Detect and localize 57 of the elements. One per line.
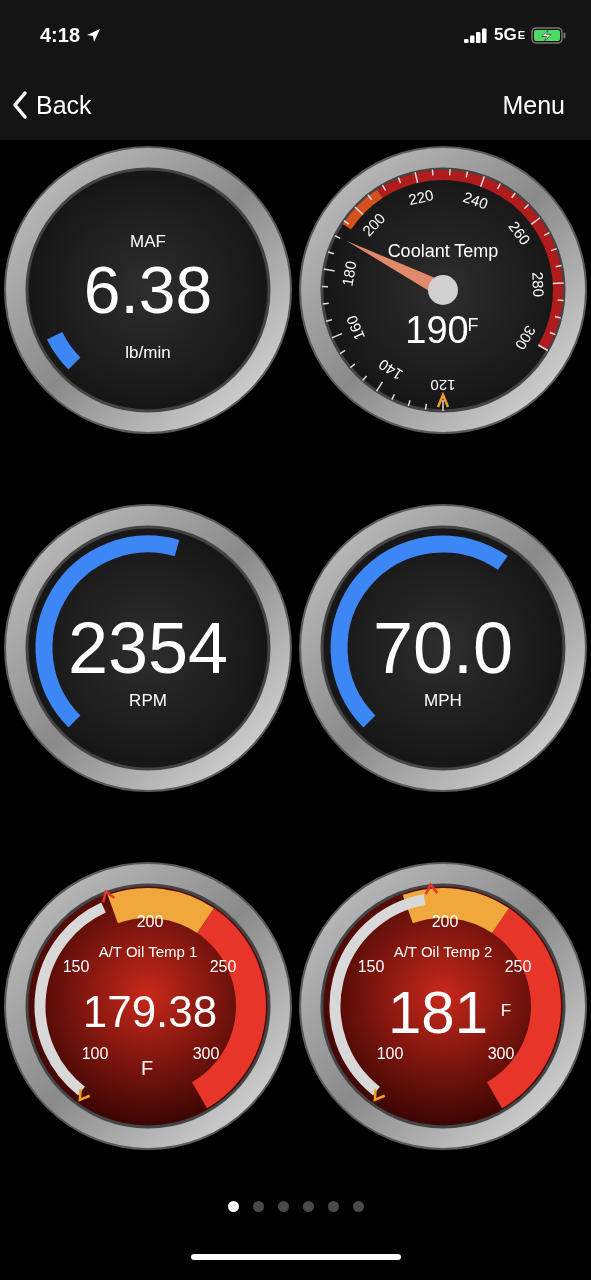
gauge-unit: F — [500, 1001, 512, 1020]
page-dot[interactable] — [252, 1201, 264, 1212]
page-dot[interactable] — [277, 1201, 289, 1212]
scale-label: 200 — [431, 913, 459, 930]
min-marker-icon — [78, 1089, 91, 1102]
scale-label: 240 — [461, 188, 491, 213]
gauge-value: 2354 — [67, 608, 229, 688]
current-marker-icon — [102, 889, 116, 903]
scale-label: 150 — [357, 958, 385, 975]
signal-icon — [463, 27, 488, 43]
needle-hub — [428, 275, 458, 305]
gauge-unit: MPH — [424, 691, 462, 710]
scale-label: 300 — [512, 322, 540, 353]
network-suffix: E — [517, 29, 525, 41]
scale-label: 150 — [62, 958, 90, 975]
scale-label: 300 — [192, 1045, 220, 1062]
scale-label: 260 — [505, 217, 534, 249]
page-dot[interactable] — [352, 1201, 364, 1212]
gauge-unit: lb/min — [125, 343, 171, 362]
scale-label: 100 — [376, 1045, 404, 1062]
back-button[interactable]: Back — [12, 90, 92, 120]
gauge-unit: RPM — [129, 691, 167, 710]
clock-time: 4:18 — [40, 23, 81, 47]
location-arrow-icon — [86, 27, 102, 43]
network-type: 5G — [493, 25, 517, 45]
current-marker-icon — [424, 882, 439, 895]
gauge-value: 70.0 — [372, 608, 514, 688]
scale-label: 200 — [136, 913, 164, 930]
gauge-unit: F — [140, 1057, 154, 1079]
scale-label: 280 — [529, 271, 548, 298]
min-marker-icon — [436, 391, 450, 408]
menu-button[interactable]: Menu — [502, 90, 565, 120]
gauge-value: 6.38 — [83, 253, 213, 327]
gauge-value: 190 — [405, 309, 469, 351]
scale-label: 200 — [358, 209, 389, 240]
scale-label: 250 — [504, 958, 532, 975]
scale-label: 120 — [430, 377, 456, 394]
chevron-left-icon — [12, 90, 28, 120]
scale-label: 220 — [406, 185, 436, 209]
gauge-title: MAF — [130, 232, 166, 251]
gauge-title: Coolant Temp — [387, 241, 499, 261]
gauge-title: A/T Oil Temp 1 — [98, 943, 198, 960]
min-marker-icon — [373, 1089, 386, 1102]
gauge-unit: F — [467, 315, 479, 335]
gauge-value: 181 — [387, 979, 489, 1046]
scale-label: 300 — [487, 1045, 515, 1062]
page-dot[interactable] — [227, 1201, 239, 1212]
scale-label: 180 — [338, 259, 360, 288]
scale-label: 100 — [81, 1045, 109, 1062]
gauge-value: 179.38 — [82, 987, 218, 1036]
scale-label: 160 — [342, 312, 369, 343]
gauge-title: A/T Oil Temp 2 — [393, 943, 493, 960]
level-arc — [47, 331, 81, 370]
scale-label: 250 — [209, 958, 237, 975]
scale-label: 140 — [375, 355, 406, 384]
page-dot[interactable] — [327, 1201, 339, 1212]
page-dot[interactable] — [302, 1201, 314, 1212]
